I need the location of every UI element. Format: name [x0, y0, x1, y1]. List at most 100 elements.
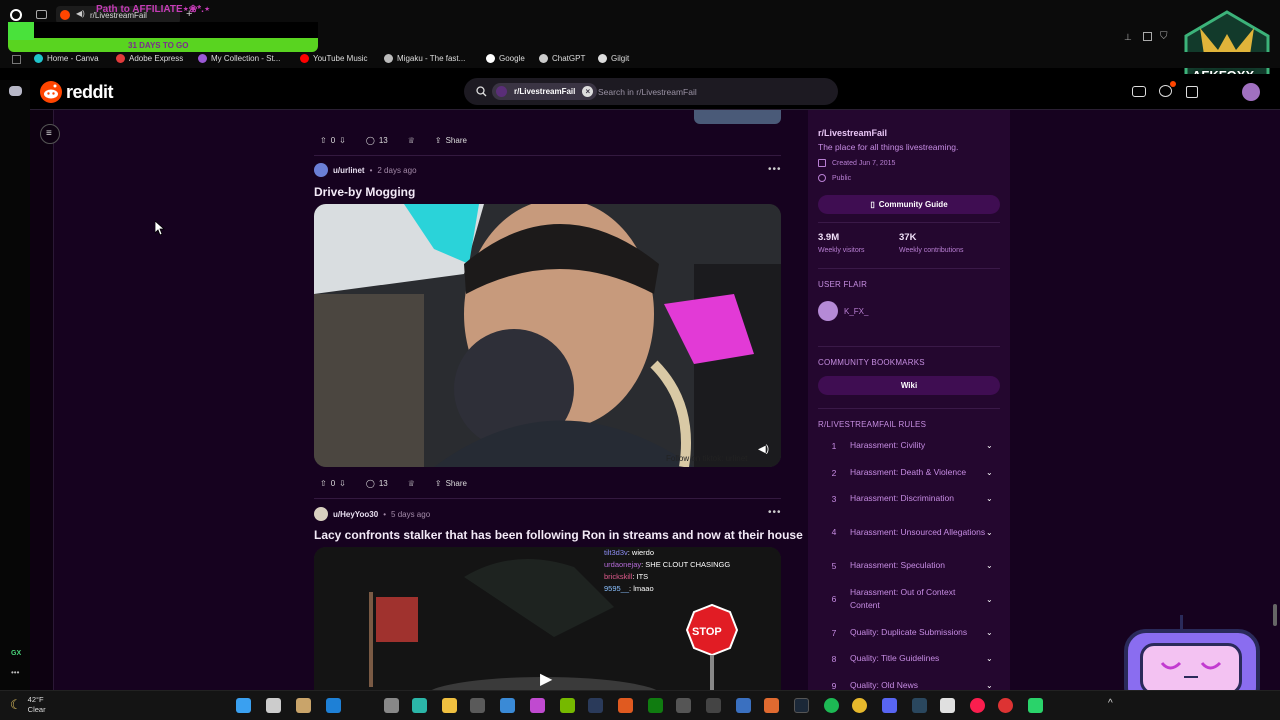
gx-label[interactable]: GX: [11, 650, 21, 657]
notepad-icon[interactable]: [500, 698, 515, 713]
page-scrollbar[interactable]: [1273, 604, 1277, 626]
play-icon[interactable]: ▶: [540, 669, 552, 689]
bookmark-google[interactable]: Google: [486, 54, 525, 63]
subreddit-chip[interactable]: r/LivestreamFail ×: [492, 83, 598, 100]
shield-icon[interactable]: ⛉: [1160, 31, 1168, 42]
rule-item[interactable]: 2 Harassment: Death & Violence ⌄: [818, 466, 1000, 479]
task-view-icon[interactable]: [266, 698, 281, 713]
app-icon[interactable]: [1028, 698, 1043, 713]
comments-button[interactable]: ◯ 13: [360, 474, 394, 492]
comments-button[interactable]: ◯ 13: [360, 131, 394, 149]
author-avatar[interactable]: [314, 507, 328, 521]
rule-item[interactable]: 4 Harassment: Unsourced Allegations ⌄: [818, 519, 1000, 545]
rule-item[interactable]: 3 Harassment: Discrimination ⌄: [818, 492, 1000, 505]
rule-item[interactable]: 9 Quality: Old News ⌄: [818, 679, 1000, 690]
xbox-icon[interactable]: [648, 698, 663, 713]
author-avatar[interactable]: [314, 163, 328, 177]
apps-icon[interactable]: [12, 55, 21, 64]
bookmark-canva[interactable]: Home - Canva: [34, 54, 99, 63]
rule-item[interactable]: 5 Harassment: Speculation ⌄: [818, 559, 1000, 572]
app-icon[interactable]: [470, 698, 485, 713]
author-name[interactable]: u/HeyYoo30: [333, 510, 378, 519]
author-name[interactable]: u/urlinet: [333, 166, 365, 175]
bookmark-chatgpt[interactable]: ChatGPT: [539, 54, 585, 63]
chrome-icon[interactable]: [998, 698, 1013, 713]
bookmark-migaku[interactable]: Migaku - The fast...: [384, 54, 465, 63]
edge-icon[interactable]: [412, 698, 427, 713]
create-post-icon[interactable]: [1186, 86, 1198, 98]
user-avatar[interactable]: [1242, 83, 1260, 101]
expand-nav-button[interactable]: ≡: [40, 124, 60, 144]
pin-icon[interactable]: ⊥: [1124, 32, 1132, 43]
settings-icon[interactable]: [384, 698, 399, 713]
bookmark-adobe[interactable]: Adobe Express: [116, 54, 183, 63]
app-icon[interactable]: [940, 698, 955, 713]
chevron-down-icon: ⌄: [986, 527, 993, 537]
app-icon[interactable]: [530, 698, 545, 713]
rule-item[interactable]: 7 Quality: Duplicate Submissions ⌄: [818, 626, 1000, 639]
search-icon: [476, 86, 487, 97]
book-icon: ▯: [870, 200, 875, 209]
rule-item[interactable]: 1 Harassment: Civility ⌄: [818, 439, 1000, 452]
file-explorer-icon[interactable]: [442, 698, 457, 713]
bookmark-collection[interactable]: My Collection - St...: [198, 54, 280, 63]
share-button[interactable]: ⇪ Share: [429, 131, 473, 149]
award-button[interactable]: ♕: [402, 474, 421, 492]
bookmark-gilgit[interactable]: Gilgit: [598, 54, 629, 63]
app-icon[interactable]: [764, 698, 779, 713]
search-bar[interactable]: r/LivestreamFail × Search in r/Livestrea…: [464, 78, 838, 105]
steam-icon[interactable]: [912, 698, 927, 713]
post-2-overflow-menu[interactable]: •••: [768, 507, 782, 518]
community-guide-button[interactable]: ▯ Community Guide: [818, 195, 1000, 214]
rules-heading: R/LIVESTREAMFAIL RULES: [818, 420, 927, 429]
volume-icon[interactable]: ◀): [758, 444, 769, 455]
nvidia-icon[interactable]: [560, 698, 575, 713]
wiki-button[interactable]: Wiki: [818, 376, 1000, 395]
spotify-icon[interactable]: [824, 698, 839, 713]
app-icon[interactable]: [326, 698, 341, 713]
chip-close-icon[interactable]: ×: [582, 86, 594, 97]
steam-icon[interactable]: [794, 698, 809, 713]
rule-item[interactable]: 8 Quality: Title Guidelines ⌄: [818, 652, 1000, 665]
upvote-icon[interactable]: ⇧: [320, 136, 327, 145]
weather-widget[interactable]: ☾ 42°F Clear: [10, 695, 46, 715]
post-1-overflow-menu[interactable]: •••: [768, 164, 782, 175]
rule-item[interactable]: 6 Harassment: Out of Context Content ⌄: [818, 586, 1000, 612]
chat-icon[interactable]: [1159, 85, 1172, 97]
user-flair-row[interactable]: K_FX_: [818, 301, 868, 321]
post-divider: [314, 155, 781, 156]
post-2-title[interactable]: Lacy confronts stalker that has been fol…: [314, 528, 803, 542]
post-1-title[interactable]: Drive-by Mogging: [314, 185, 415, 199]
reddit-logo[interactable]: reddit: [40, 81, 114, 103]
app-icon[interactable]: [736, 698, 751, 713]
reddit-page: ≡ ⇧ 0 ⇩ ◯ 13 ♕ ⇪ Share u/urlinet • 2 day…: [30, 110, 1280, 690]
app-icon[interactable]: [588, 698, 603, 713]
app-icon[interactable]: [296, 698, 311, 713]
award-icon: ♕: [407, 478, 415, 488]
award-button[interactable]: ♕: [402, 131, 421, 149]
downvote-icon[interactable]: ⇩: [339, 136, 346, 145]
app-icon[interactable]: [706, 698, 721, 713]
opera-gx-taskbar-icon[interactable]: [970, 698, 985, 713]
downvote-icon[interactable]: ⇩: [339, 479, 346, 488]
post-2-video[interactable]: STOP tilt3d3v: wierdo urdaonejay: SHE CL…: [314, 547, 781, 690]
discord-icon[interactable]: [9, 86, 22, 96]
chrome-icon[interactable]: [852, 698, 867, 713]
bookmark-youtube-music[interactable]: YouTube Music: [300, 54, 368, 63]
more-icon[interactable]: •••: [11, 668, 19, 677]
chevron-down-icon: ⌄: [986, 468, 993, 477]
advertise-icon[interactable]: [1132, 86, 1146, 97]
visibility-row: Public: [818, 174, 851, 182]
post-0-thumbnail[interactable]: [694, 110, 781, 124]
post-1-actions: ⇧ 0 ⇩ ◯ 13 ♕ ⇪ Share: [314, 474, 473, 492]
app-icon[interactable]: [618, 698, 633, 713]
sidebar-scroll-up-icon[interactable]: ^: [1008, 110, 1012, 113]
start-icon[interactable]: [236, 698, 251, 713]
discord-taskbar-icon[interactable]: [882, 698, 897, 713]
post-1-video[interactable]: Follow on tiktok: urlinet ◀): [314, 204, 781, 467]
share-button[interactable]: ⇪ Share: [429, 474, 473, 492]
tray-chevron-icon[interactable]: ^: [1108, 698, 1113, 709]
upvote-icon[interactable]: ⇧: [320, 479, 327, 488]
app-icon[interactable]: [676, 698, 691, 713]
window-restore-icon[interactable]: [1143, 32, 1152, 41]
